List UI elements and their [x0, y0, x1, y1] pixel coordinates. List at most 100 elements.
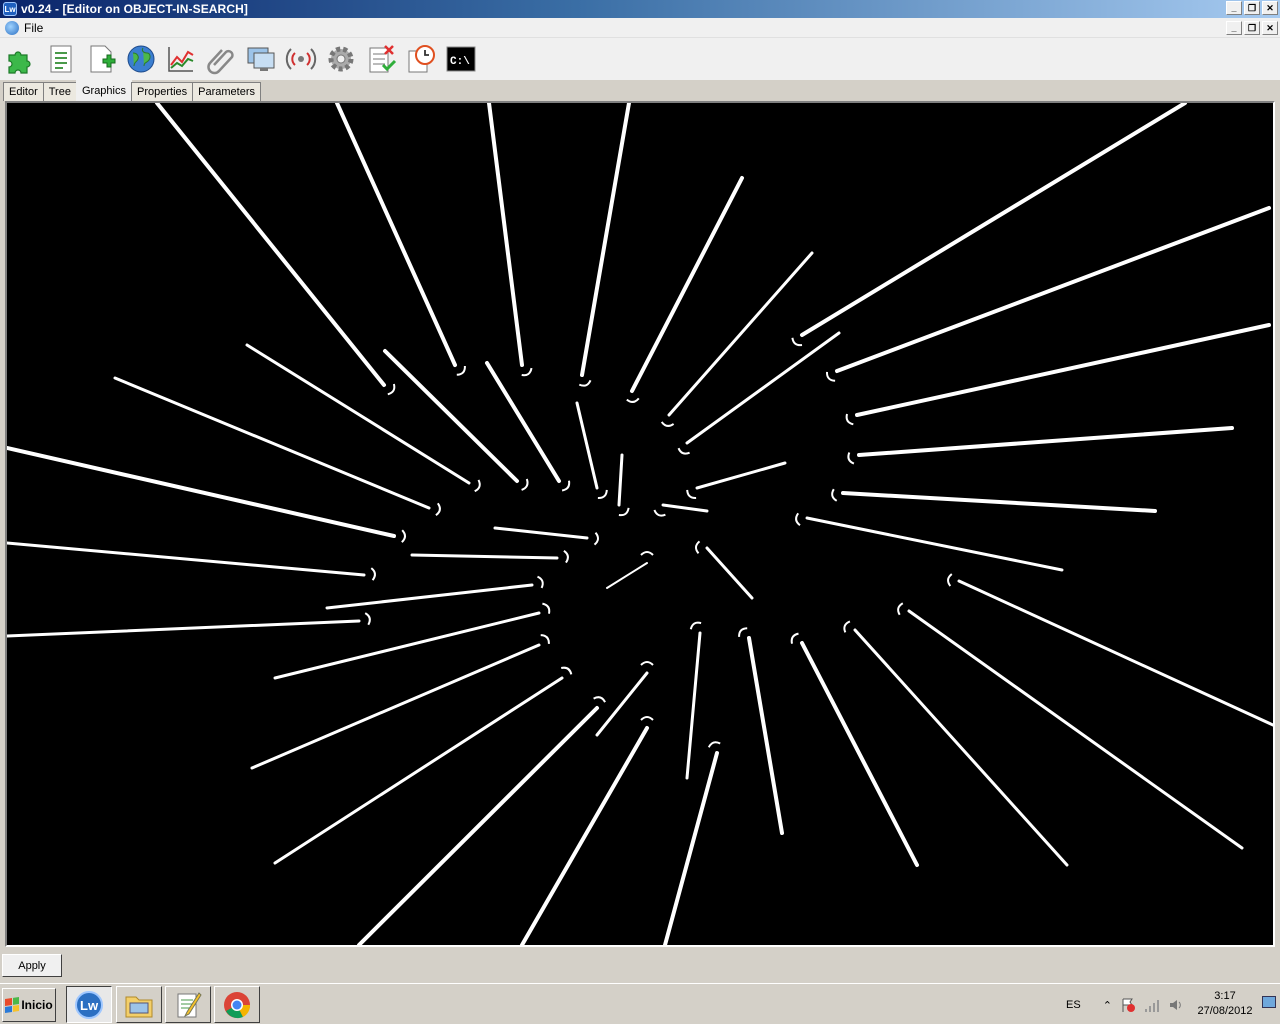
spiral-curl: [845, 413, 854, 426]
windows-flag-icon: [5, 997, 20, 1013]
spiral-curl: [791, 337, 803, 347]
lw-app-icon[interactable]: Lw: [66, 986, 112, 1023]
spiral-curl: [707, 741, 721, 748]
spiral-ray: [520, 726, 649, 945]
spiral-ray: [835, 206, 1271, 373]
spiral-curl: [686, 489, 697, 500]
tab-editor[interactable]: Editor: [3, 82, 44, 101]
spiral-ray: [575, 401, 599, 490]
spiral-curl: [831, 488, 838, 502]
spiral-ray: [853, 628, 1069, 867]
broadcast-icon[interactable]: [283, 41, 319, 77]
spiral-curl: [653, 509, 666, 517]
spiral-ray: [630, 176, 744, 393]
monitor-icon[interactable]: [243, 41, 279, 77]
spiral-ray: [800, 641, 919, 867]
spiral-ray: [7, 619, 361, 638]
spiral-ray: [805, 516, 1064, 572]
spiral-curl: [640, 716, 654, 721]
spiral-ray: [663, 751, 719, 945]
spiral-curl: [364, 612, 371, 626]
apply-button[interactable]: Apply: [2, 954, 62, 977]
spiral-ray: [155, 103, 386, 387]
chart-icon[interactable]: [163, 41, 199, 77]
close-button[interactable]: ✕: [1262, 1, 1278, 15]
spiral-ray: [357, 706, 599, 945]
system-tray: ES ⌃: [1066, 988, 1184, 1022]
graphics-canvas[interactable]: [5, 101, 1275, 947]
spiral-curl: [825, 371, 836, 382]
spiral-curl: [795, 512, 801, 527]
file-explorer-icon[interactable]: [116, 986, 162, 1023]
console-icon[interactable]: C:\: [443, 41, 479, 77]
minimize-button[interactable]: _: [1226, 1, 1242, 15]
child-minimize-button[interactable]: _: [1226, 21, 1242, 35]
spiral-curl: [640, 551, 654, 556]
start-button[interactable]: Inicio: [2, 988, 56, 1022]
spiral-curl: [540, 634, 550, 644]
spiral-curl: [626, 397, 640, 403]
spiral-ray: [907, 609, 1244, 850]
notepad-icon[interactable]: [165, 986, 211, 1023]
spiral-curl: [790, 632, 799, 644]
spiral-curl: [561, 480, 571, 492]
menu-bar: File _ ❐ ✕: [0, 18, 1280, 38]
document-icon[interactable]: [43, 41, 79, 77]
tab-graphics[interactable]: Graphics: [75, 80, 132, 101]
spiral-ray: [617, 453, 624, 507]
console-label: C:\: [450, 56, 470, 68]
spiral-ray: [580, 103, 631, 377]
show-desktop-icon[interactable]: [1262, 996, 1276, 1008]
spiral-ray: [7, 541, 366, 577]
spiral-curl: [537, 575, 544, 589]
spiral-curl: [597, 489, 608, 500]
child-restore-button[interactable]: ❐: [1244, 21, 1260, 35]
spiral-ray: [335, 103, 457, 367]
start-label: Inicio: [21, 998, 53, 1012]
restore-button[interactable]: ❐: [1244, 1, 1260, 15]
globe-icon[interactable]: [123, 41, 159, 77]
spiral-curl: [401, 529, 406, 543]
tab-properties[interactable]: Properties: [131, 82, 194, 101]
chrome-icon[interactable]: [214, 986, 260, 1023]
child-close-button[interactable]: ✕: [1262, 21, 1278, 35]
spiral-drawing: [7, 103, 1273, 945]
spiral-curl: [689, 621, 702, 630]
apply-area: Apply: [0, 950, 1280, 980]
puzzle-icon[interactable]: [3, 41, 39, 77]
flag-alert-icon[interactable]: [1120, 997, 1136, 1013]
spiral-curl: [843, 620, 851, 633]
spiral-ray: [606, 562, 648, 589]
tab-tree[interactable]: Tree: [42, 82, 77, 101]
spiral-curl: [474, 479, 481, 493]
document-menu-icon[interactable]: [5, 20, 19, 35]
spiral-curl: [435, 502, 441, 517]
spiral-ray: [113, 376, 431, 510]
spiral-curl: [695, 540, 701, 554]
language-indicator[interactable]: ES: [1066, 999, 1081, 1011]
spiral-ray: [747, 636, 784, 835]
taskbar: Inicio Lw ES ⌃ 3:17 27/08/2012: [0, 983, 1280, 1024]
add-document-icon[interactable]: [83, 41, 119, 77]
spiral-curl: [542, 602, 551, 614]
delete-list-icon[interactable]: [363, 41, 399, 77]
spiral-curl: [387, 383, 396, 396]
chevron-up-icon[interactable]: ⌃: [1103, 999, 1112, 1012]
network-signal-icon[interactable]: [1144, 997, 1160, 1013]
volume-icon[interactable]: [1168, 997, 1184, 1013]
menu-file[interactable]: File: [24, 21, 43, 35]
paperclip-icon[interactable]: [203, 41, 239, 77]
spiral-curl: [521, 478, 529, 491]
spiral-curl: [370, 567, 376, 581]
tab-parameters[interactable]: Parameters: [192, 82, 261, 101]
spiral-curl: [563, 549, 569, 564]
clock-icon[interactable]: [403, 41, 439, 77]
title-bar[interactable]: Lw v0.24 - [Editor on OBJECT-IN-SEARCH] …: [0, 0, 1280, 18]
gear-icon[interactable]: [323, 41, 359, 77]
spiral-curl: [578, 379, 592, 387]
spiral-ray: [595, 671, 649, 737]
spiral-curl: [640, 661, 654, 666]
clock[interactable]: 3:17 27/08/2012: [1190, 989, 1260, 1019]
spiral-curl: [738, 627, 748, 637]
spiral-curl: [847, 452, 855, 465]
